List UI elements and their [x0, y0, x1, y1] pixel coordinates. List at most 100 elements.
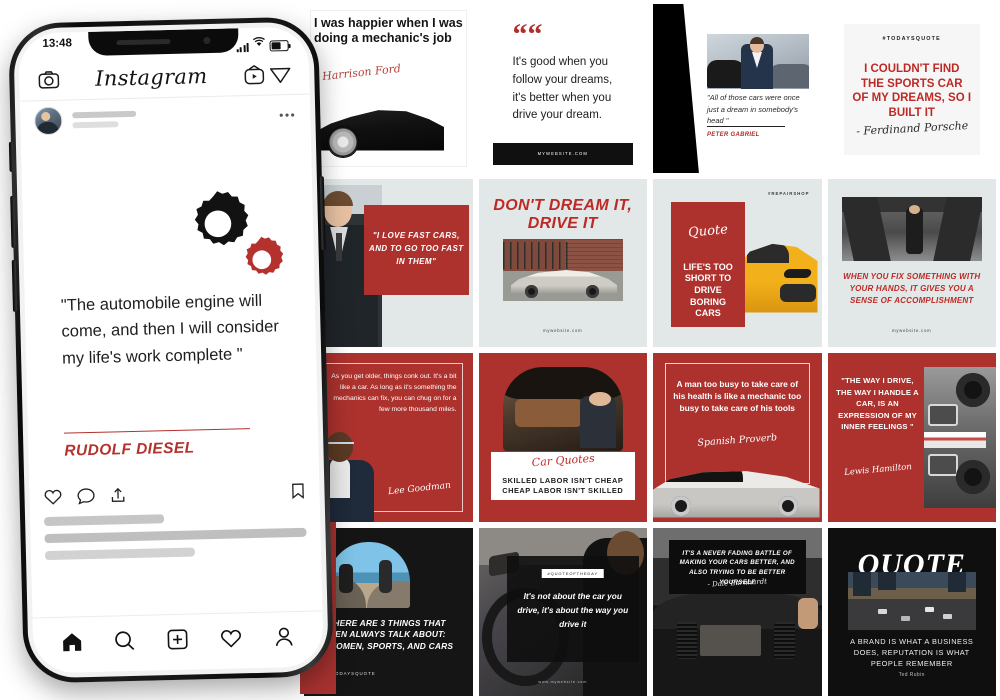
- phone-mockup: 13:48 Instagram ••• "The automobile engi…: [7, 16, 335, 684]
- post-card: #TODAYSQUOTE I COULDN'T FIND THE SPORTS …: [843, 24, 980, 155]
- front-camera-icon: [203, 36, 211, 45]
- username-placeholder: [72, 110, 137, 129]
- grid-post-lewis-hamilton[interactable]: "THE WAY I DRIVE, THE WAY I HANDLE A CAR…: [827, 353, 996, 522]
- grid-post-dont-dream-it[interactable]: DON'T DREAM IT, DRIVE IT mywebsite.com: [478, 178, 647, 347]
- add-post-icon[interactable]: [165, 626, 192, 653]
- phone-screen: 13:48 Instagram ••• "The automobile engi…: [18, 26, 324, 674]
- post-image[interactable]: "The automobile engine will come, and th…: [20, 134, 320, 482]
- avatar[interactable]: [34, 106, 63, 136]
- post-script-label: Car Quotes: [530, 451, 595, 469]
- status-time: 13:48: [42, 37, 73, 51]
- instagram-tab-bar: [32, 610, 324, 674]
- post-header: •••: [20, 95, 311, 142]
- post-heading: DON'T DREAM IT, DRIVE IT: [493, 196, 633, 233]
- post-quote: "THE WAY I DRIVE, THE WAY I HANDLE A CAR…: [836, 376, 919, 432]
- gear-icon: [235, 233, 288, 286]
- heart-icon[interactable]: [43, 487, 63, 510]
- grid-post-never-fading-battle[interactable]: IT'S A NEVER FADING BATTLE OF MAKING YOU…: [653, 527, 822, 696]
- car-wheel-detail: [777, 495, 798, 516]
- earpiece-speaker: [116, 38, 171, 46]
- caption-placeholder: [44, 511, 307, 561]
- wifi-icon: [252, 34, 265, 52]
- grid-post-peter-gabriel[interactable]: "All of those cars were once just a drea…: [653, 4, 822, 173]
- phone-mute-switch[interactable]: [8, 141, 14, 172]
- black-triangle-decoration: [653, 4, 699, 173]
- post-script-label: Quote: [687, 221, 729, 241]
- post-quote-author: RUDOLF DIESEL: [64, 439, 195, 460]
- post-hashtag: #QUOTEOFTHEDAY: [541, 568, 605, 578]
- search-icon[interactable]: [112, 627, 139, 654]
- signal-bars-icon: [236, 43, 249, 53]
- post-line-2: CHEAP LABOR ISN'T SKILLED: [502, 485, 624, 495]
- quote-box: "I LOVE FAST CARS, AND TO GO TOO FAST IN…: [364, 204, 469, 295]
- grid-post-when-you-fix[interactable]: WHEN YOU FIX SOMETHING WITH YOUR HANDS, …: [827, 178, 996, 347]
- dark-overlay-panel: IT'S A NEVER FADING BATTLE OF MAKING YOU…: [669, 539, 806, 594]
- car-salesman-image: [707, 34, 809, 89]
- post-author: Ted Rubin: [898, 672, 925, 678]
- battery-icon: [269, 40, 289, 52]
- red-quote-panel: Quote LIFE'S TOO SHORT TO DRIVE BORING C…: [671, 201, 745, 327]
- grid-post-spanish-proverb[interactable]: A man too busy to take care of his healt…: [653, 353, 822, 522]
- post-quote: LIFE'S TOO SHORT TO DRIVE BORING CARS: [683, 261, 733, 319]
- post-quote: I COULDN'T FIND THE SPORTS CAR OF MY DRE…: [852, 63, 972, 119]
- mechanic-engine-image: [502, 367, 623, 451]
- post-quote: THERE ARE 3 THINGS THAT MEN ALWAYS TALK …: [328, 617, 454, 652]
- car-wheel-detail: [671, 495, 691, 516]
- post-footer-text: mywebsite.com: [543, 328, 583, 333]
- profile-icon[interactable]: [271, 624, 298, 651]
- city-traffic-image: [847, 571, 976, 630]
- post-quote-text: "The automobile engine will come, and th…: [60, 291, 280, 368]
- post-signature: - Ferdinand Porsche: [855, 118, 969, 138]
- post-quote: I was happier when I was doing a mechani…: [314, 16, 463, 45]
- home-icon[interactable]: [58, 629, 85, 656]
- grid-post-car-quotes[interactable]: Car Quotes SKILLED LABOR ISN'T CHEAP CHE…: [478, 353, 647, 522]
- phone-notch: [88, 28, 239, 56]
- quote-mark-icon: ““: [512, 18, 543, 51]
- post-quote: As you get older, things conk out. It's …: [331, 373, 457, 413]
- post-quote: A man too busy to take care of his healt…: [673, 379, 802, 413]
- post-hashtag: #TODAYSQUOTE: [882, 36, 941, 42]
- grid-post-ferdinand-porsche[interactable]: #TODAYSQUOTE I COULDN'T FIND THE SPORTS …: [827, 4, 996, 173]
- dark-overlay-panel: #QUOTEOFTHEDAY It's not about the car yo…: [506, 555, 639, 662]
- car-wheel-detail: [328, 126, 358, 157]
- grid-post-i-was-happier[interactable]: I was happier when I was doing a mechani…: [304, 4, 473, 173]
- post-hashtag: #REPAIRSHOP: [768, 190, 810, 196]
- post-signature: Lewis Hamilton: [843, 462, 912, 478]
- white-lamborghini-image: [502, 238, 623, 301]
- post-author: PETER GABRIEL: [707, 132, 760, 138]
- post-footer-bar: MYWEBSITE.COM: [492, 142, 633, 165]
- post-quote: WHEN YOU FIX SOMETHING WITH YOUR HANDS, …: [843, 271, 981, 305]
- post-quote: It's not about the car you drive, it's a…: [517, 590, 629, 630]
- quote-divider: [63, 428, 250, 434]
- comment-icon[interactable]: [76, 486, 96, 509]
- instagram-header: Instagram: [18, 52, 310, 102]
- grid-post-brand-reputation[interactable]: QUOTE A BRAND IS WHAT A BUSINESS DOES, R…: [827, 527, 996, 696]
- send-direct-icon[interactable]: [267, 60, 294, 87]
- grid-post-i-love-fast-cars[interactable]: "I LOVE FAST CARS, AND TO GO TOO FAST IN…: [304, 178, 473, 347]
- mechanic-under-lift-image: [841, 196, 982, 261]
- grid-post-follow-your-dreams[interactable]: ““ It's good when you follow your dreams…: [478, 4, 647, 173]
- post-line-1: SKILLED LABOR ISN'T CHEAP: [502, 475, 624, 485]
- two-men-on-rocks-image: [328, 541, 410, 608]
- post-quote: "I LOVE FAST CARS, AND TO GO TOO FAST IN…: [369, 231, 464, 266]
- post-footer-text: mywebsite.com: [892, 328, 932, 333]
- post-footer-text: www.mywebsite.com: [538, 680, 588, 684]
- post-quote: A BRAND IS WHAT A BUSINESS DOES, REPUTAT…: [850, 636, 974, 669]
- divider: [707, 126, 785, 127]
- post-caption-band: Car Quotes SKILLED LABOR ISN'T CHEAP CHE…: [490, 451, 635, 500]
- grid-post-lifes-too-short[interactable]: #REPAIRSHOP Quote LIFE'S TOO SHORT TO DR…: [653, 178, 822, 347]
- instagram-logo: Instagram: [94, 63, 208, 91]
- share-icon[interactable]: [109, 486, 127, 509]
- post-actions: [29, 478, 320, 513]
- grid-post-quote-of-the-day[interactable]: #QUOTEOFTHEDAY It's not about the car yo…: [478, 527, 647, 696]
- camera-icon[interactable]: [35, 66, 62, 93]
- more-options-icon[interactable]: •••: [279, 108, 296, 122]
- post-footer-text: MYWEBSITE.COM: [537, 151, 588, 156]
- post-quote: It's good when you follow your dreams, i…: [512, 56, 613, 122]
- bookmark-icon[interactable]: [290, 481, 306, 504]
- heart-icon[interactable]: [218, 625, 245, 652]
- yellow-audi-image: [737, 243, 818, 313]
- instagram-post-grid: I was happier when I was doing a mechani…: [300, 0, 1000, 700]
- race-car-tires-image: [923, 367, 996, 508]
- igtv-icon[interactable]: [241, 61, 268, 88]
